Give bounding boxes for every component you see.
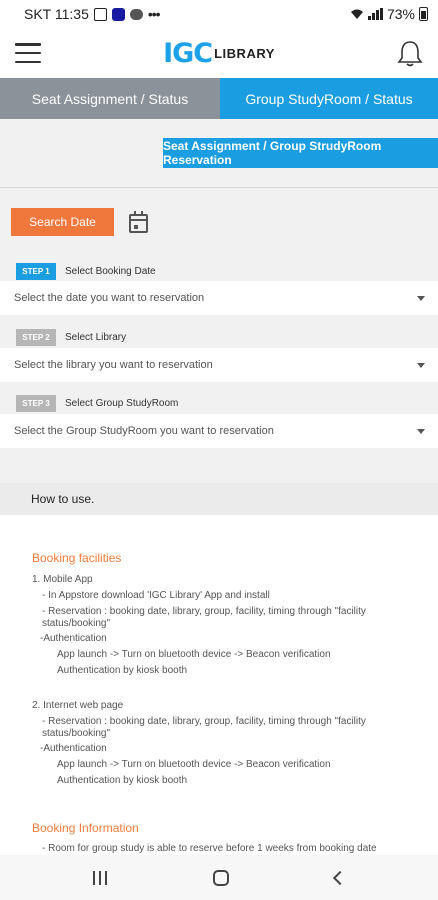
wifi-icon: [350, 9, 363, 19]
system-nav-bar: [0, 855, 438, 900]
web-reservation-text-cont: status/booking": [42, 728, 111, 739]
mobile-reservation-text-cont: status/booking": [42, 618, 111, 629]
tab-seat-assignment[interactable]: Seat Assignment / Status: [0, 78, 220, 119]
step-1-label: Select Booking Date: [65, 265, 156, 277]
web-reservation-text: - Reservation : booking date, library, g…: [42, 716, 366, 727]
booking-facilities-heading: Booking facilities: [32, 551, 122, 565]
web-auth-step-2: Authentication by kiosk booth: [57, 775, 188, 786]
mobile-auth-step-1: App launch -> Turn on bluetooth device -…: [57, 649, 331, 660]
logo-text: LIBRARY: [214, 45, 275, 61]
step-2-label: Select Library: [65, 331, 127, 343]
mobile-download-text: - In Appstore download 'IGC Library' App…: [42, 590, 270, 601]
web-auth-step-1: App launch -> Turn on bluetooth device -…: [57, 759, 331, 770]
carrier-time: SKT 11:35: [24, 6, 89, 22]
step-2-badge: STEP 2: [16, 328, 56, 346]
app-header: IGC LIBRARY: [0, 28, 438, 78]
booking-info-item-1: - Room for group study is able to reserv…: [42, 843, 377, 854]
booking-information-heading: Booking Information: [32, 821, 139, 835]
chevron-down-icon: [417, 295, 425, 301]
status-left: SKT 11:35 •••: [24, 6, 161, 22]
booking-date-select[interactable]: Select the date you want to reservation: [0, 281, 438, 315]
howto-content: Booking facilities 1. Mobile App - In Ap…: [0, 515, 438, 855]
web-page-item: 2. Internet web page: [32, 700, 124, 711]
step-3-label: Select Group StudyRoom: [65, 397, 179, 409]
search-date-button[interactable]: Search Date: [11, 208, 114, 236]
gallery-notification-icon: [93, 7, 107, 21]
battery-icon: [419, 7, 428, 21]
chevron-down-icon: [417, 428, 425, 434]
app-notification-icon: [111, 7, 125, 21]
mobile-app-item: 1. Mobile App: [32, 574, 93, 585]
step-2-row: STEP 2 Select Library: [0, 327, 438, 347]
back-icon[interactable]: [332, 870, 348, 885]
mobile-auth-heading: -Authentication: [40, 633, 107, 644]
logo-mark: IGC: [163, 37, 213, 69]
more-notifications-icon: •••: [147, 6, 161, 22]
mobile-auth-step-2: Authentication by kiosk booth: [57, 665, 188, 676]
signal-icon: [367, 8, 383, 20]
bell-icon[interactable]: [397, 39, 423, 67]
library-select[interactable]: Select the library you want to reservati…: [0, 348, 438, 382]
divider: [0, 187, 438, 188]
message-notification-icon: [129, 8, 143, 20]
battery-level: 73%: [386, 6, 415, 22]
recent-apps-icon[interactable]: [93, 870, 107, 885]
chevron-down-icon: [417, 362, 425, 368]
booking-date-select-text: Select the date you want to reservation: [14, 292, 205, 304]
app-logo: IGC LIBRARY: [163, 38, 275, 69]
step-3-badge: STEP 3: [16, 394, 56, 412]
step-3-row: STEP 3 Select Group StudyRoom: [0, 393, 438, 413]
studyroom-select-text: Select the Group StudyRoom you want to r…: [14, 425, 274, 437]
reservation-button[interactable]: Seat Assignment / Group StrudyRoom Reser…: [163, 138, 438, 168]
status-right: 73%: [350, 6, 428, 22]
step-1-badge: STEP 1: [16, 262, 56, 280]
tab-group-studyroom[interactable]: Group StudyRoom / Status: [220, 78, 438, 119]
studyroom-select[interactable]: Select the Group StudyRoom you want to r…: [0, 414, 438, 448]
calendar-icon[interactable]: [129, 211, 148, 233]
hamburger-icon[interactable]: [15, 43, 41, 63]
tab-bar: Seat Assignment / Status Group StudyRoom…: [0, 78, 438, 119]
mobile-reservation-text: - Reservation : booking date, library, g…: [42, 606, 366, 617]
web-auth-heading: -Authentication: [40, 743, 107, 754]
step-1-row: STEP 1 Select Booking Date: [0, 261, 438, 281]
library-select-text: Select the library you want to reservati…: [14, 359, 213, 371]
home-icon[interactable]: [213, 869, 229, 886]
status-bar: SKT 11:35 ••• 73%: [0, 0, 438, 28]
howto-title: How to use.: [0, 483, 438, 515]
